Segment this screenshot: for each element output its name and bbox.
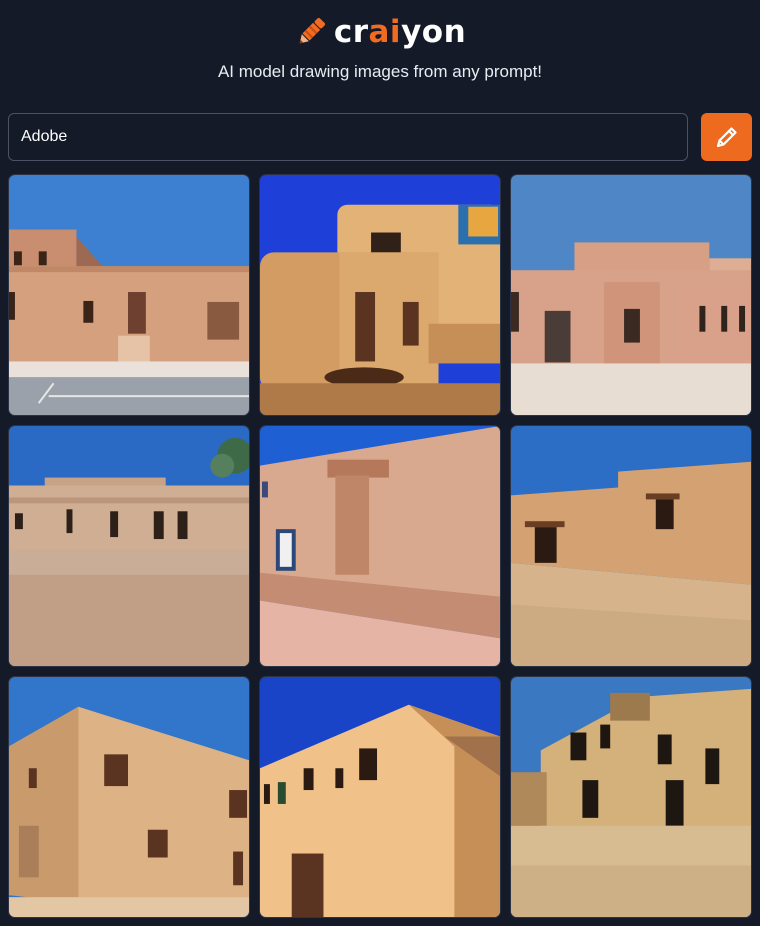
result-image-9[interactable] (510, 676, 752, 918)
draw-button[interactable] (701, 113, 752, 161)
result-image-3[interactable] (510, 174, 752, 416)
brand-wordmark: craiyon (333, 13, 467, 50)
result-image-7[interactable] (8, 676, 250, 918)
prompt-input[interactable] (8, 113, 688, 161)
header: craiyon AI model drawing images from any… (0, 0, 760, 100)
brand-logo[interactable]: craiyon (0, 8, 760, 56)
pencil-icon (716, 127, 737, 148)
brand-prefix: cr (333, 13, 369, 50)
result-image-8[interactable] (259, 676, 501, 918)
brand-suffix: yon (401, 13, 467, 50)
result-image-5[interactable] (259, 425, 501, 667)
result-image-2[interactable] (259, 174, 501, 416)
brand-highlight: ai (368, 13, 402, 50)
result-image-1[interactable] (8, 174, 250, 416)
result-image-6[interactable] (510, 425, 752, 667)
image-grid (8, 174, 752, 918)
tagline: AI model drawing images from any prompt! (217, 62, 543, 81)
crayon-icon (299, 17, 325, 44)
result-image-4[interactable] (8, 425, 250, 667)
